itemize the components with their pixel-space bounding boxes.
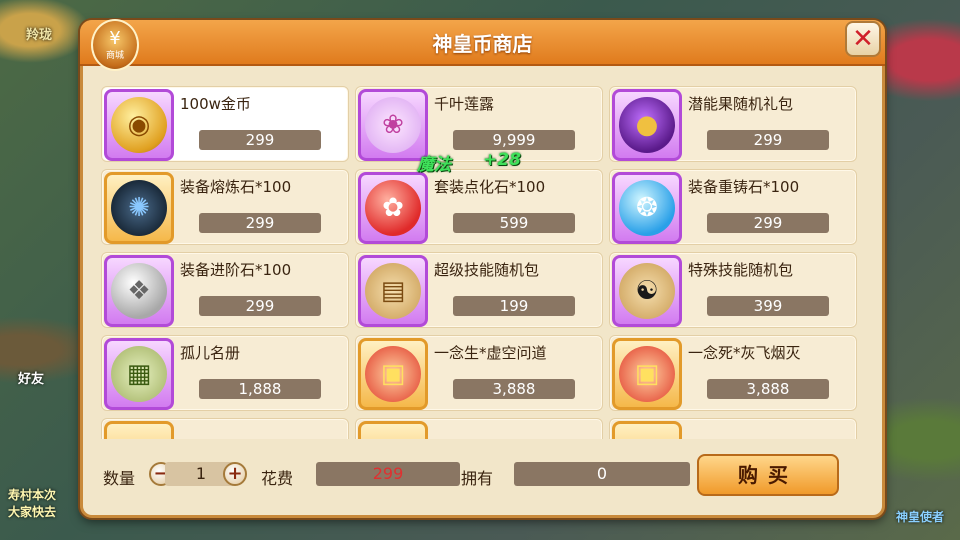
item-icon-frame: ✿ bbox=[358, 172, 428, 244]
item-name: 潜能果随机礼包 bbox=[688, 95, 794, 113]
item-name: 特殊技能随机包 bbox=[688, 261, 794, 279]
shop-panel: 神皇币商店 ¥ 商城 ✕ ◉ 100w金币 299 ❀ 千叶莲露 9,999 ● 潜能果随机礼… bbox=[80, 19, 885, 518]
red-ticket-icon: ▣ bbox=[365, 346, 421, 402]
item-price: 299 bbox=[199, 213, 321, 233]
bg-text-3: 大家快去 bbox=[8, 505, 57, 519]
item-icon-frame: ▦ bbox=[104, 338, 174, 410]
item-card[interactable]: ▣ 一念生*虚空问道 3,888 bbox=[355, 335, 603, 411]
close-button[interactable]: ✕ bbox=[845, 21, 881, 57]
qty-increase-button[interactable]: + bbox=[223, 462, 247, 486]
item-icon-frame: ☯ bbox=[612, 255, 682, 327]
float-magic-value: +28 bbox=[483, 150, 521, 170]
silver-stone-icon: ❖ bbox=[111, 263, 167, 319]
item-card[interactable]: ● 潜能果随机礼包 299 bbox=[609, 86, 857, 162]
item-icon-frame: ▣ bbox=[358, 338, 428, 410]
item-name: 千叶莲露 bbox=[434, 95, 495, 113]
money-bag-icon: ¥ bbox=[109, 27, 121, 49]
item-price: 3,888 bbox=[707, 379, 829, 399]
item-card[interactable]: ❀ 千叶莲露 9,999 bbox=[355, 86, 603, 162]
close-x-icon: ✕ bbox=[852, 24, 874, 54]
bg-text-1: 羚珑 bbox=[26, 28, 53, 43]
own-value: 0 bbox=[514, 462, 690, 486]
item-card-partial[interactable] bbox=[355, 418, 603, 439]
item-price: 199 bbox=[453, 296, 575, 316]
item-price: 399 bbox=[707, 296, 829, 316]
item-name: 100w金币 bbox=[180, 95, 251, 113]
item-price: 3,888 bbox=[453, 379, 575, 399]
item-icon-frame: ● bbox=[612, 89, 682, 161]
item-card[interactable]: ▤ 超级技能随机包 199 bbox=[355, 252, 603, 328]
item-icon-frame bbox=[358, 421, 428, 439]
item-name: 装备熔炼石*100 bbox=[180, 178, 292, 196]
bg-text-2: 寿村本次 bbox=[8, 488, 57, 502]
item-card[interactable]: ✿ 套装点化石*100 599 bbox=[355, 169, 603, 245]
red-stone-icon: ✿ bbox=[365, 180, 421, 236]
item-price: 299 bbox=[199, 130, 321, 150]
bg-friend-label[interactable]: 好友 bbox=[18, 368, 44, 387]
red-ticket-icon: ▣ bbox=[619, 346, 675, 402]
item-icon-frame bbox=[104, 421, 174, 439]
item-card[interactable]: ❂ 装备重铸石*100 299 bbox=[609, 169, 857, 245]
item-card-partial[interactable] bbox=[101, 418, 349, 439]
buy-button[interactable]: 购买 bbox=[697, 454, 839, 496]
dark-stone-icon: ✺ bbox=[111, 180, 167, 236]
item-name: 套装点化石*100 bbox=[434, 178, 546, 196]
item-icon-frame: ❖ bbox=[104, 255, 174, 327]
item-price: 299 bbox=[199, 296, 321, 316]
item-icon-frame: ▣ bbox=[612, 338, 682, 410]
blue-stone-icon: ❂ bbox=[619, 180, 675, 236]
item-price: 9,999 bbox=[453, 130, 575, 150]
item-grid[interactable]: ◉ 100w金币 299 ❀ 千叶莲露 9,999 ● 潜能果随机礼包 299 ✺ 装备熔炼石*10… bbox=[101, 86, 861, 439]
item-card[interactable]: ☯ 特殊技能随机包 399 bbox=[609, 252, 857, 328]
item-card[interactable]: ▣ 一念死*灰飞烟灭 3,888 bbox=[609, 335, 857, 411]
item-price: 299 bbox=[707, 130, 829, 150]
own-label: 拥有 bbox=[461, 469, 494, 488]
purple-bag-icon: ● bbox=[619, 97, 675, 153]
item-price: 299 bbox=[707, 213, 829, 233]
item-icon-frame bbox=[612, 421, 682, 439]
item-icon-frame: ◉ bbox=[104, 89, 174, 161]
taiji-scroll-icon: ☯ bbox=[619, 263, 675, 319]
item-price: 599 bbox=[453, 213, 575, 233]
lotus-vase-icon: ❀ bbox=[365, 97, 421, 153]
purchase-bar: 数量 − 1 + 花费 299 拥有 0 购买 bbox=[83, 443, 882, 515]
bg-text-right: 神皇使者 bbox=[896, 510, 945, 524]
qty-label: 数量 bbox=[103, 469, 136, 488]
float-magic-label: 魔法 bbox=[417, 155, 451, 175]
item-icon-frame: ▤ bbox=[358, 255, 428, 327]
gold-coin-icon: ◉ bbox=[111, 97, 167, 153]
item-name: 一念死*灰飞烟灭 bbox=[688, 344, 801, 362]
shop-emblem: ¥ 商城 bbox=[91, 19, 139, 71]
item-name: 一念生*虚空问道 bbox=[434, 344, 547, 362]
shop-title: 神皇币商店 bbox=[432, 32, 533, 56]
title-bar: 神皇币商店 bbox=[80, 20, 885, 66]
item-name: 孤儿名册 bbox=[180, 344, 241, 362]
item-name: 超级技能随机包 bbox=[434, 261, 540, 279]
scroll-icon: ▤ bbox=[365, 263, 421, 319]
cost-label: 花费 bbox=[261, 469, 294, 488]
item-card[interactable]: ▦ 孤儿名册 1,888 bbox=[101, 335, 349, 411]
item-card[interactable]: ✺ 装备熔炼石*100 299 bbox=[101, 169, 349, 245]
item-price: 1,888 bbox=[199, 379, 321, 399]
item-name: 装备重铸石*100 bbox=[688, 178, 800, 196]
item-icon-frame: ❂ bbox=[612, 172, 682, 244]
item-name: 装备进阶石*100 bbox=[180, 261, 292, 279]
emblem-label: 商城 bbox=[105, 50, 124, 61]
item-card[interactable]: ◉ 100w金币 299 bbox=[101, 86, 349, 162]
cost-value: 299 bbox=[316, 462, 460, 486]
item-card[interactable]: ❖ 装备进阶石*100 299 bbox=[101, 252, 349, 328]
item-card-partial[interactable] bbox=[609, 418, 857, 439]
item-icon-frame: ✺ bbox=[104, 172, 174, 244]
green-scroll-icon: ▦ bbox=[111, 346, 167, 402]
